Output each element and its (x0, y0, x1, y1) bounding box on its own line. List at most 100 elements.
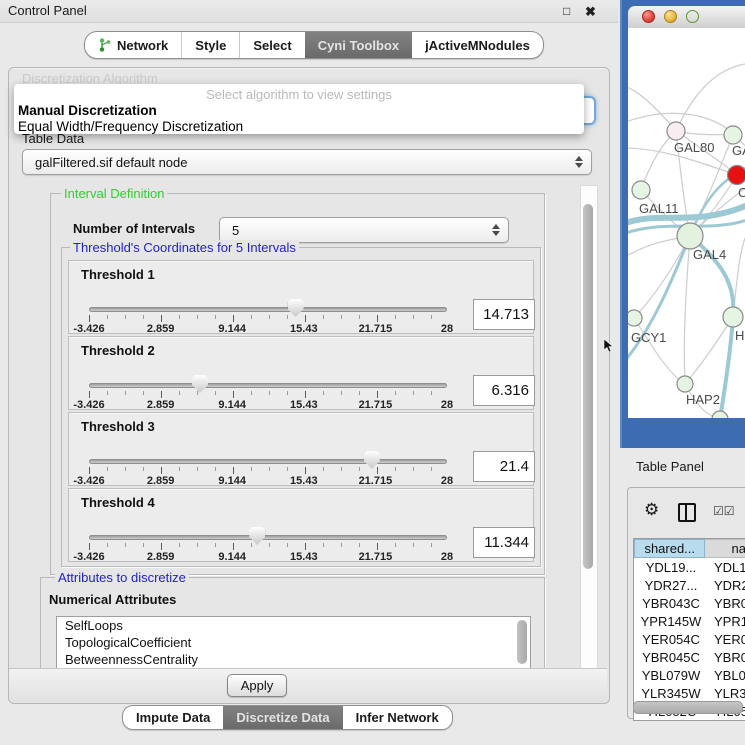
network-canvas[interactable]: GAL80 GA GAL11 C GAL4 GCY1 H HAP2 (628, 28, 745, 418)
combo-spinner-icon (574, 156, 583, 168)
column-header-shared-name[interactable]: shared... (634, 539, 705, 558)
cell[interactable]: YDL19... (634, 560, 708, 575)
cell[interactable]: YLR345W (634, 686, 708, 701)
node-hap2[interactable] (677, 376, 693, 392)
tick-label: 9.144 (218, 323, 246, 335)
tick-label: 28 (441, 323, 453, 335)
table-hscrollbar-thumb[interactable] (633, 701, 743, 714)
mouse-cursor (604, 339, 616, 353)
table-row[interactable]: YBR043CYBR04 (634, 594, 745, 612)
cell[interactable]: YBL079W (634, 668, 708, 683)
attributes-group: Attributes to discretize Numerical Attri… (40, 577, 545, 668)
table-row[interactable]: YBL079WYBL07 (634, 666, 745, 684)
tab-impute-data[interactable]: Impute Data (123, 706, 223, 729)
table-row[interactable]: YDL19...YDL19 (634, 558, 745, 576)
tab-select[interactable]: Select (239, 32, 304, 58)
tick-label: 2.859 (147, 475, 175, 487)
column-checkboxes-icon[interactable]: ☑☑ (713, 504, 735, 518)
tick-label: 2.859 (147, 551, 175, 563)
numerical-attributes-list[interactable]: SelfLoops TopologicalCoefficient Between… (56, 616, 531, 668)
list-scrollbar-thumb[interactable] (517, 620, 527, 664)
node-right-mid[interactable] (723, 307, 743, 327)
cell[interactable]: YDR27 (708, 578, 745, 593)
tab-discretize-data[interactable]: Discretize Data (223, 706, 342, 729)
tab-infer-network[interactable]: Infer Network (343, 706, 452, 729)
tick-label: -3.426 (73, 551, 104, 563)
cell[interactable]: YDR27... (634, 578, 708, 593)
label-c-partial: C (738, 185, 745, 200)
control-panel-titlebar: Control Panel □ ✖ (0, 0, 618, 23)
cell[interactable]: YER054C (634, 632, 708, 647)
tick-label: 15.43 (290, 399, 318, 411)
threshold-2-value-field[interactable]: 6.316 (473, 375, 535, 406)
tick-label: 21.715 (359, 551, 393, 563)
cell[interactable]: YBL07 (708, 668, 745, 683)
node-top-right[interactable] (724, 126, 742, 144)
cyni-mode-tabbar: Impute Data Discretize Data Infer Networ… (122, 705, 453, 730)
close-traffic-light[interactable] (642, 10, 655, 23)
node-gcy1[interactable] (628, 310, 642, 326)
node-gal4[interactable] (677, 223, 703, 249)
apply-strip: Apply (9, 668, 607, 702)
node-bottom-partial[interactable] (712, 411, 728, 418)
tick-label: 28 (441, 475, 453, 487)
tab-style[interactable]: Style (181, 32, 239, 58)
cell[interactable]: YPR14 (708, 614, 745, 629)
cell[interactable]: YBR04 (708, 650, 745, 665)
dropdown-option-manual-discretization[interactable]: Manual Discretization (14, 103, 584, 119)
table-row[interactable]: YPR145WYPR14 (634, 612, 745, 630)
cell[interactable]: YLR34 (708, 686, 745, 701)
table-header-row: shared... name (634, 539, 745, 558)
cell[interactable]: YPR145W (634, 614, 708, 629)
list-item-selfloops[interactable]: SelfLoops (57, 617, 530, 634)
cell[interactable]: YBR043C (634, 596, 708, 611)
threshold-2-panel: Threshold 2 -3.4262.8599.14415.4321.7152… (68, 336, 534, 410)
gear-icon[interactable]: ⚙ (644, 501, 659, 518)
float-window-icon[interactable]: □ (563, 4, 570, 18)
node-red-selected[interactable] (728, 166, 745, 185)
cell[interactable]: YBR045C (634, 650, 708, 665)
table-row[interactable]: YLR345WYLR34 (634, 684, 745, 702)
thresholds-stack: Threshold 1 -3.4262.8599.14415.4321.7152… (68, 260, 534, 564)
tab-infer-network-label: Infer Network (356, 710, 439, 725)
tick-label: 9.144 (218, 475, 246, 487)
node-gal11[interactable] (632, 181, 650, 199)
node-gal80[interactable] (667, 122, 685, 140)
label-gcy1: GCY1 (631, 330, 666, 345)
split-columns-icon[interactable] (678, 503, 696, 522)
apply-button[interactable]: Apply (227, 674, 287, 697)
threshold-1-value-field[interactable]: 14.713 (473, 299, 535, 330)
tab-cyni-toolbox[interactable]: Cyni Toolbox (305, 32, 412, 58)
tick-label: 15.43 (290, 475, 318, 487)
table-row[interactable]: YBR045CYBR04 (634, 648, 745, 666)
cell[interactable]: YDL19 (708, 560, 745, 575)
network-window-titlebar[interactable] (628, 6, 745, 29)
list-item-topologicalcoefficient[interactable]: TopologicalCoefficient (57, 634, 530, 651)
cell[interactable]: YER05 (708, 632, 745, 647)
tab-jactivemnodules[interactable]: jActiveMNodules (412, 32, 543, 58)
tick-label: 28 (441, 551, 453, 563)
settings-scrollbar-thumb[interactable] (583, 204, 593, 569)
tick-label: 2.859 (147, 323, 175, 335)
threshold-3-value-field[interactable]: 21.4 (473, 451, 535, 482)
interval-definition-group: Interval Definition Number of Intervals … (50, 193, 545, 575)
close-icon[interactable]: ✖ (585, 4, 596, 20)
table-row[interactable]: YDR27...YDR27 (634, 576, 745, 594)
label-gal4: GAL4 (693, 247, 726, 262)
column-header-name[interactable]: name (705, 539, 745, 558)
table-row[interactable]: YER054CYER05 (634, 630, 745, 648)
slider-ticks (89, 315, 449, 322)
table-panel-box: ⚙ ☑☑ shared... name YDL19...YDL19 YDR27.… (627, 487, 745, 719)
network-icon (98, 38, 111, 52)
dropdown-option-equal-width[interactable]: Equal Width/Frequency Discretization (14, 119, 584, 135)
cell[interactable]: YBR04 (708, 596, 745, 611)
tick-label: -3.426 (73, 475, 104, 487)
threshold-4-value-field[interactable]: 11.344 (473, 527, 535, 558)
list-item-betweennesscentrality[interactable]: BetweennessCentrality (57, 651, 530, 668)
zoom-traffic-light[interactable] (686, 10, 699, 23)
tab-network[interactable]: Network (85, 32, 181, 58)
minimize-traffic-light[interactable] (664, 10, 677, 23)
table-data-combobox[interactable]: galFiltered.sif default node (22, 149, 592, 175)
node-table: shared... name YDL19...YDL19 YDR27...YDR… (633, 538, 745, 721)
settings-scrollbar[interactable] (580, 185, 598, 670)
